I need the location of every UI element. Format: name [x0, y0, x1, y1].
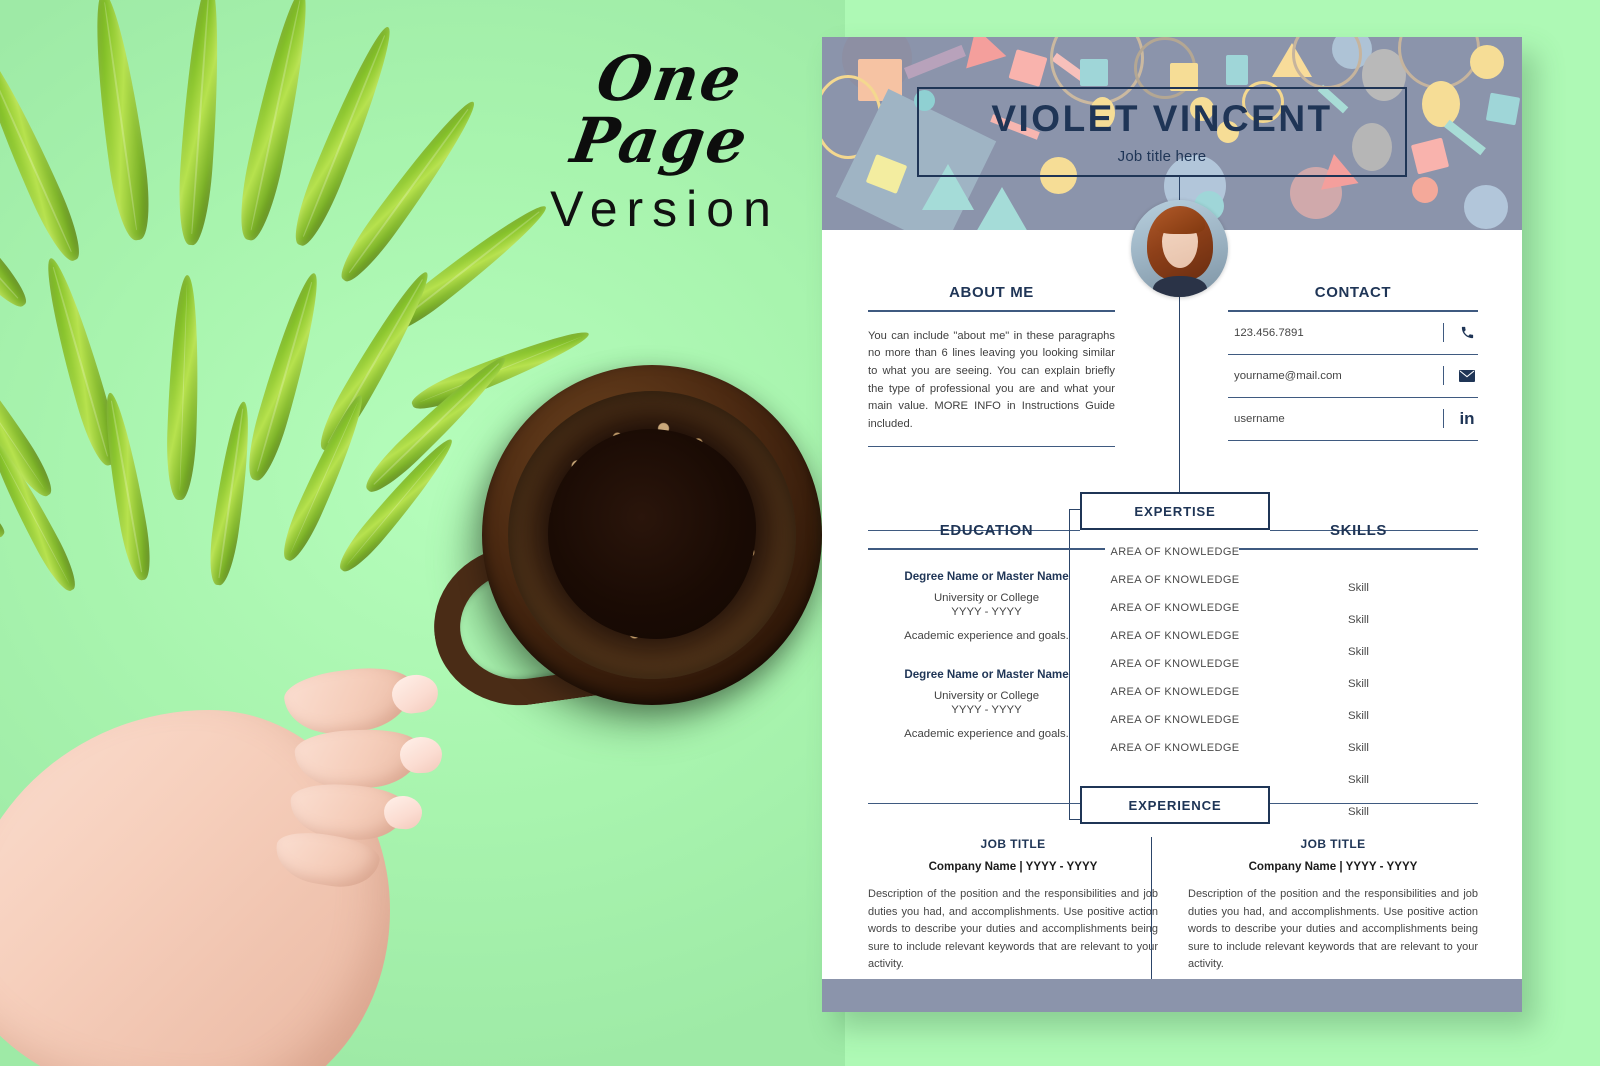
skills-section: SKILLS Skill Skill Skill Skill Skill Ski… — [1239, 522, 1478, 818]
contact-phone-value: 123.456.7891 — [1234, 326, 1304, 339]
job-company: Company Name | YYYY - YYYY — [1248, 860, 1418, 873]
caption-line-two: Version — [550, 181, 780, 237]
job-company: Company Name | YYYY - YYYY — [928, 860, 1098, 873]
education-school: University or College — [933, 689, 1040, 702]
contact-row-linkedin[interactable]: username in — [1228, 398, 1478, 441]
contact-email-value: yourname@mail.com — [1234, 369, 1342, 382]
education-heading: EDUCATION — [939, 522, 1034, 539]
expertise-heading-box: EXPERTISE — [1080, 492, 1270, 530]
job-title: JOB TITLE — [980, 837, 1046, 851]
contact-row-phone[interactable]: 123.456.7891 — [1228, 312, 1478, 355]
caption-line-one: One Page — [566, 42, 754, 177]
resume-page: VIOLET VINCENT Job title here ABOUT ME Y… — [822, 37, 1522, 1012]
about-me-rule — [868, 310, 1115, 312]
education-section: EDUCATION Degree Name or Master Name Uni… — [868, 522, 1105, 740]
caption-block: One Page Version — [515, 42, 815, 237]
resume-footer-bar — [822, 979, 1522, 1012]
hand-holding-cup — [0, 630, 520, 1066]
job-description: Description of the position and the resp… — [1188, 888, 1478, 971]
education-years: YYYY - YYYY — [951, 703, 1022, 716]
education-degree: Degree Name or Master Name — [904, 667, 1069, 681]
skill-item: Skill — [1348, 741, 1369, 754]
education-item: Degree Name or Master Name University or… — [868, 668, 1105, 740]
education-note: Academic experience and goals. — [904, 629, 1069, 642]
experience-heading: EXPERIENCE — [1128, 797, 1222, 813]
skill-item: Skill — [1348, 677, 1369, 690]
experience-jobs: JOB TITLE Company Name | YYYY - YYYY Des… — [868, 837, 1478, 974]
experience-job: JOB TITLE Company Name | YYYY - YYYY Des… — [868, 837, 1158, 974]
education-school: University or College — [933, 591, 1040, 604]
skill-item: Skill — [1348, 613, 1369, 626]
skill-item: Skill — [1348, 709, 1369, 722]
name-box: VIOLET VINCENT Job title here — [917, 87, 1407, 177]
job-description: Description of the position and the resp… — [868, 888, 1158, 971]
education-years: YYYY - YYYY — [951, 605, 1022, 618]
experience-job: JOB TITLE Company Name | YYYY - YYYY Des… — [1188, 837, 1478, 974]
experience-column-divider — [1151, 837, 1152, 987]
phone-icon — [1456, 325, 1478, 340]
experience-heading-box: EXPERIENCE — [1080, 786, 1270, 824]
about-me-heading: ABOUT ME — [949, 284, 1034, 301]
avatar — [1131, 200, 1228, 297]
person-name: VIOLET VINCENT — [991, 97, 1333, 139]
job-title: JOB TITLE — [1300, 837, 1366, 851]
about-me-text: You can include "about me" in these para… — [868, 329, 1115, 431]
experience-heading-wrap: EXPERIENCE — [1080, 786, 1270, 824]
about-me-bottom-rule — [868, 445, 1115, 448]
envelope-icon — [1456, 369, 1478, 382]
education-rule — [868, 548, 1105, 550]
contact-heading: CONTACT — [1314, 284, 1392, 301]
photo-scene: One Page Version — [0, 0, 845, 1066]
skill-item: Skill — [1348, 581, 1369, 594]
contact-section: CONTACT 123.456.7891 yourname@mail.com u… — [1228, 284, 1478, 441]
skills-list: Skill Skill Skill Skill Skill Skill Skil… — [1239, 582, 1478, 818]
skill-item: Skill — [1348, 805, 1369, 818]
skills-rule — [1239, 548, 1478, 550]
education-note: Academic experience and goals. — [904, 727, 1069, 740]
experience-connector-right — [1270, 803, 1478, 805]
center-spine-mid — [1179, 455, 1180, 493]
expertise-heading: EXPERTISE — [1134, 503, 1216, 519]
about-me-section: ABOUT ME You can include "about me" in t… — [868, 284, 1115, 448]
education-degree: Degree Name or Master Name — [904, 569, 1069, 583]
contact-row-email[interactable]: yourname@mail.com — [1228, 355, 1478, 398]
linkedin-icon: in — [1459, 409, 1475, 429]
skill-item: Skill — [1348, 773, 1369, 786]
person-job-title: Job title here — [1117, 147, 1207, 165]
skill-item: Skill — [1348, 645, 1369, 658]
skills-heading: SKILLS — [1330, 522, 1387, 539]
contact-linkedin-value: username — [1234, 412, 1285, 425]
education-item: Degree Name or Master Name University or… — [868, 570, 1105, 642]
experience-connector-left — [868, 803, 1080, 805]
